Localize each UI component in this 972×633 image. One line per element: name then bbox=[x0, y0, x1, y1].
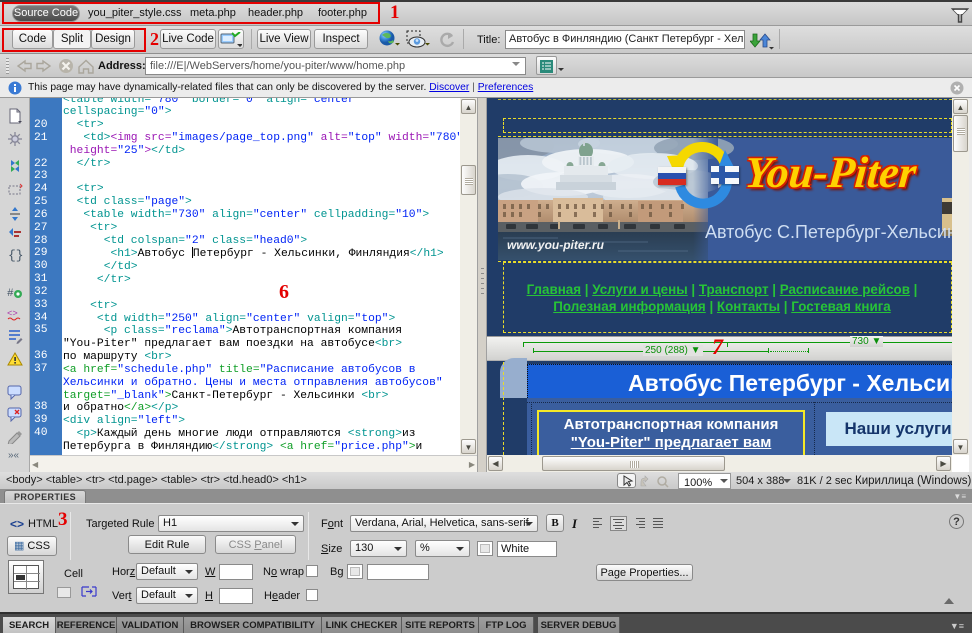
svg-text:#: # bbox=[7, 288, 14, 300]
svg-text:<>: <> bbox=[7, 309, 18, 319]
svg-text:{}: {} bbox=[8, 248, 23, 262]
